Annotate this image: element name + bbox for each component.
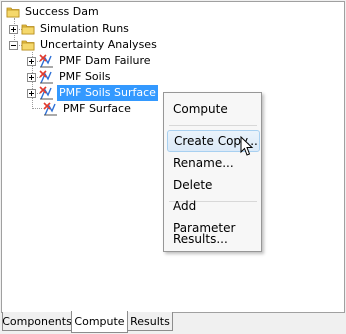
folder-icon [21, 23, 35, 35]
tree-node-pmf-surface[interactable]: PMF Surface [43, 101, 133, 117]
menu-item-results[interactable]: Results... [167, 228, 260, 250]
uncertainty-analysis-icon [39, 70, 54, 84]
context-menu: Compute Create Copy... Rename... Delete … [163, 92, 262, 252]
tab-results[interactable]: Results [127, 312, 173, 331]
tree-node-label: PMF Soils [59, 70, 111, 83]
folder-icon [21, 39, 35, 51]
tree-node-label: Uncertainty Analyses [40, 38, 157, 51]
menu-item-compute[interactable]: Compute [167, 98, 260, 120]
tree-node-uncertainty-analyses[interactable]: Uncertainty Analyses [9, 37, 159, 53]
tree-node-simulation-runs[interactable]: Simulation Runs [9, 21, 131, 37]
tree-node-label: PMF Dam Failure [59, 54, 151, 67]
folder-icon [6, 6, 20, 18]
tree-node-label: Success Dam [25, 5, 99, 18]
tree-node-root[interactable]: Success Dam [6, 4, 101, 20]
tree-node-pmf-soils-surface[interactable]: PMF Soils Surface [27, 85, 158, 101]
menu-separator [169, 125, 257, 126]
expand-icon[interactable] [27, 88, 36, 98]
tab-compute[interactable]: Compute [71, 311, 128, 333]
menu-item-delete[interactable]: Delete [167, 174, 260, 196]
tree-node-label: PMF Soils Surface [57, 85, 158, 101]
uncertainty-analysis-icon [43, 102, 58, 116]
expand-icon[interactable] [27, 56, 36, 66]
uncertainty-analysis-icon [39, 54, 54, 68]
tab-components[interactable]: Components [2, 312, 72, 331]
tree-node-label: PMF Surface [63, 102, 131, 115]
tree-node-label: Simulation Runs [40, 22, 129, 35]
menu-item-add-parameter[interactable]: Add Parameter [167, 199, 260, 235]
tree-node-pmf-dam-failure[interactable]: PMF Dam Failure [27, 53, 153, 69]
uncertainty-analysis-icon [39, 86, 54, 100]
expand-icon[interactable] [9, 24, 18, 34]
tree-line [32, 108, 42, 110]
collapse-icon[interactable] [9, 40, 18, 50]
expand-icon[interactable] [27, 72, 36, 82]
explorer-tabs: Components Compute Results [0, 311, 346, 334]
mouse-cursor-icon [240, 135, 256, 158]
tree-node-pmf-soils[interactable]: PMF Soils [27, 69, 113, 85]
